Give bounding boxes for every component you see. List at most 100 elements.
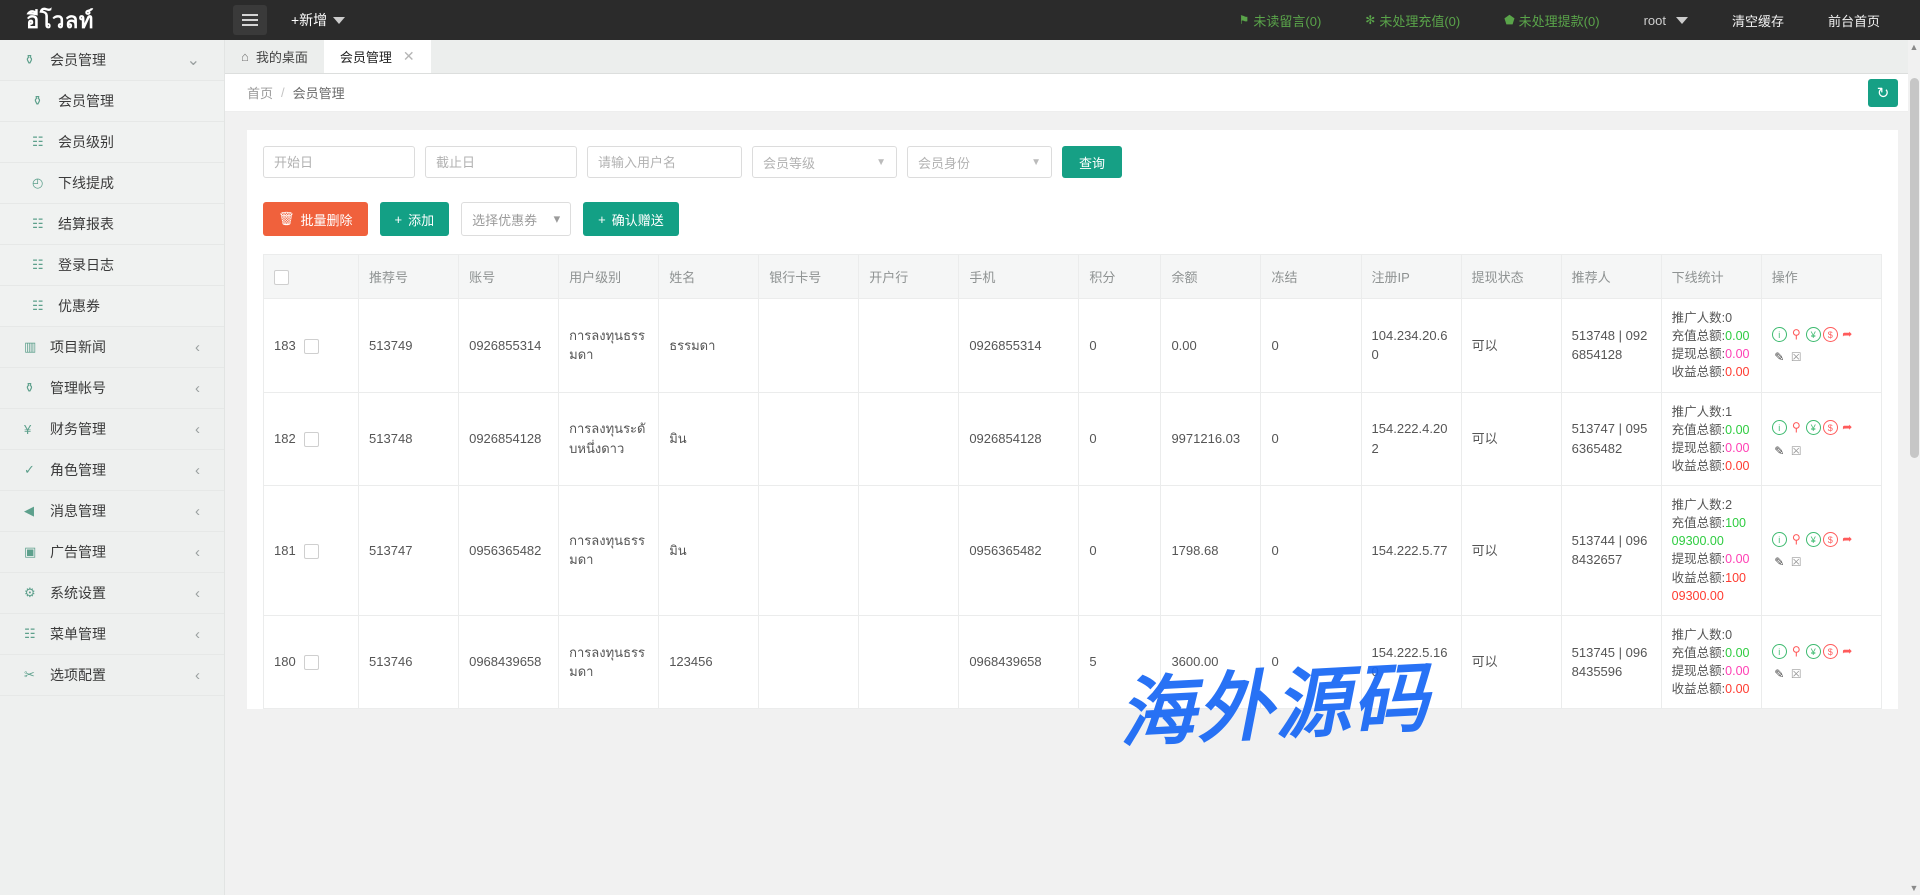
search-icon[interactable]: ⚲ (1789, 327, 1804, 342)
confirm-gift-button[interactable]: + 确认赠送 (583, 202, 679, 236)
user-menu[interactable]: root (1622, 13, 1710, 28)
sidebar-item-8[interactable]: ⚱管理帐号‹ (0, 368, 224, 409)
info-icon[interactable]: i (1772, 532, 1787, 547)
edit-icon[interactable]: ✎ (1772, 444, 1787, 459)
yen-icon[interactable]: ¥ (1806, 327, 1821, 342)
cell-balance: 1798.68 (1161, 486, 1261, 616)
sidebar-item-7[interactable]: ▥项目新闻‹ (0, 327, 224, 368)
pending-recharge-label: 未处理充值(0) (1379, 11, 1460, 30)
options-icon: ✂ (24, 667, 46, 683)
sidebar-item-1[interactable]: ⚱会员管理 (0, 81, 224, 122)
scroll-up-arrow[interactable]: ▲ (1909, 42, 1919, 52)
cell-account: 0968439658 (459, 615, 559, 709)
member-identity-select[interactable]: 会员身份 ▼ (907, 146, 1052, 178)
pending-recharge-link[interactable]: ✻ 未处理充值(0) (1343, 11, 1482, 30)
frontend-home-link[interactable]: 前台首页 (1806, 11, 1902, 30)
unread-messages-link[interactable]: ⚑ 未读留言(0) (1217, 11, 1344, 30)
row-checkbox[interactable] (304, 544, 319, 559)
frontend-home-label: 前台首页 (1828, 11, 1880, 30)
sidebar-item-9[interactable]: ¥财务管理‹ (0, 409, 224, 450)
scroll-down-arrow[interactable]: ▼ (1909, 883, 1919, 893)
pending-withdraw-link[interactable]: ⬟ 未处理提款(0) (1482, 11, 1621, 30)
sidebar-item-0[interactable]: ⚱会员管理⌄ (0, 40, 224, 81)
tag-icon[interactable]: ➦ (1840, 644, 1855, 659)
yen-icon: ¥ (24, 422, 46, 437)
sidebar-item-15[interactable]: ✂选项配置‹ (0, 655, 224, 696)
start-date-input[interactable] (263, 146, 415, 178)
filter-panel: 会员等级 ▼ 会员身份 ▼ 查询 🗑 批量删除 + 添加 (247, 130, 1898, 709)
breadcrumb-home[interactable]: 首页 (247, 83, 273, 102)
edit-icon[interactable]: ✎ (1772, 667, 1787, 682)
row-checkbox[interactable] (304, 655, 319, 670)
delete-icon[interactable]: ☒ (1789, 444, 1804, 459)
delete-icon[interactable]: ☒ (1789, 555, 1804, 570)
sidebar-item-14[interactable]: ☷菜单管理‹ (0, 614, 224, 655)
delete-icon[interactable]: ☒ (1789, 350, 1804, 365)
tag-icon[interactable]: ➦ (1840, 532, 1855, 547)
cell-account: 0926855314 (459, 299, 559, 393)
info-icon[interactable]: i (1772, 327, 1787, 342)
tag-icon[interactable]: ➦ (1840, 420, 1855, 435)
stat-value: 1 (1725, 405, 1732, 419)
chevron-left-icon: ‹ (195, 380, 200, 397)
dollar-icon[interactable]: $ (1823, 644, 1838, 659)
end-date-input[interactable] (425, 146, 577, 178)
refresh-button[interactable]: ↻ (1868, 79, 1898, 107)
stat-referrals: 推广人数:0 (1672, 309, 1751, 327)
cell-name: ธรรมดา (659, 299, 759, 393)
member-identity-select-label: 会员身份 (918, 153, 970, 172)
bulk-delete-button[interactable]: 🗑 批量删除 (263, 202, 368, 236)
search-icon[interactable]: ⚲ (1789, 420, 1804, 435)
sidebar-item-label: 角色管理 (50, 460, 106, 480)
select-all-checkbox[interactable] (274, 270, 289, 285)
member-level-select[interactable]: 会员等级 ▼ (752, 146, 897, 178)
info-icon[interactable]: i (1772, 420, 1787, 435)
sidebar-item-13[interactable]: ⚙系统设置‹ (0, 573, 224, 614)
search-icon[interactable]: ⚲ (1789, 644, 1804, 659)
clear-cache-button[interactable]: 清空缓存 (1710, 11, 1806, 30)
sidebar-item-6[interactable]: ☷优惠券 (0, 286, 224, 327)
sidebar-item-3[interactable]: ◴下线提成 (0, 163, 224, 204)
sidebar-item-4[interactable]: ☷结算报表 (0, 204, 224, 245)
sidebar-item-11[interactable]: ◀消息管理‹ (0, 491, 224, 532)
sidebar-item-12[interactable]: ▣广告管理‹ (0, 532, 224, 573)
query-button[interactable]: 查询 (1062, 146, 1122, 178)
yen-icon[interactable]: ¥ (1806, 420, 1821, 435)
row-checkbox[interactable] (304, 339, 319, 354)
search-icon[interactable]: ⚲ (1789, 532, 1804, 547)
chevron-down-icon: ▾ (554, 211, 561, 227)
grid-icon: ☷ (24, 626, 46, 642)
row-checkbox[interactable] (304, 432, 319, 447)
tag-icon[interactable]: ➦ (1840, 327, 1855, 342)
tab-member-management[interactable]: 会员管理 ✕ (324, 40, 431, 73)
menu-toggle-button[interactable] (233, 5, 267, 35)
yen-icon[interactable]: ¥ (1806, 532, 1821, 547)
breadcrumb: 首页 / 会员管理 ↻ (225, 74, 1920, 112)
info-icon[interactable]: i (1772, 644, 1787, 659)
dollar-icon[interactable]: $ (1823, 532, 1838, 547)
dollar-icon[interactable]: $ (1823, 420, 1838, 435)
sidebar-item-label: 下线提成 (58, 173, 114, 193)
sidebar-item-2[interactable]: ☷会员级别 (0, 122, 224, 163)
username-input[interactable] (587, 146, 742, 178)
vertical-scrollbar[interactable]: ▲ ▼ (1908, 40, 1920, 895)
close-icon[interactable]: ✕ (403, 48, 415, 65)
edit-icon[interactable]: ✎ (1772, 350, 1787, 365)
dollar-icon[interactable]: $ (1823, 327, 1838, 342)
scrollbar-thumb[interactable] (1910, 78, 1919, 458)
sidebar-item-10[interactable]: ✓角色管理‹ (0, 450, 224, 491)
tab-my-desktop[interactable]: ⌂ 我的桌面 (225, 40, 324, 73)
yen-icon[interactable]: ¥ (1806, 644, 1821, 659)
add-new-dropdown[interactable]: +新增 (291, 10, 345, 30)
coupon-select[interactable]: 选择优惠券 ▾ (461, 202, 571, 236)
cell-frozen: 0 (1261, 615, 1361, 709)
edit-icon[interactable]: ✎ (1772, 555, 1787, 570)
sidebar-item-5[interactable]: ☷登录日志 (0, 245, 224, 286)
cell-operations: i⚲¥$➦ ✎☒ (1761, 615, 1881, 709)
unread-messages-label: 未读留言(0) (1253, 11, 1321, 30)
add-button[interactable]: + 添加 (380, 202, 450, 236)
delete-icon[interactable]: ☒ (1789, 667, 1804, 682)
sidebar-item-label: 优惠券 (58, 296, 100, 316)
chevron-left-icon: ‹ (195, 421, 200, 438)
cell-balance: 9971216.03 (1161, 392, 1261, 486)
